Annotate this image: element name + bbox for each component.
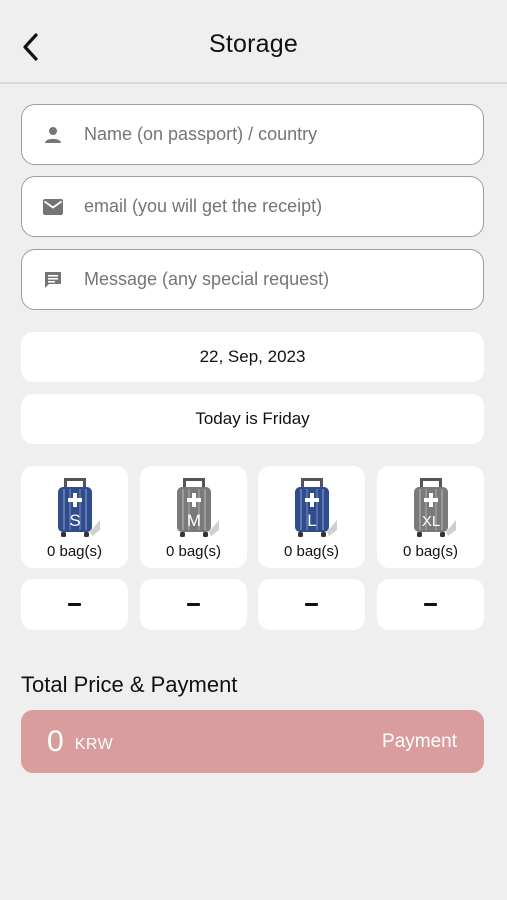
bag-card-l[interactable]: L 0 bag(s) bbox=[258, 466, 365, 568]
weekday-label: Today is Friday bbox=[21, 394, 484, 444]
currency-label: KRW bbox=[74, 735, 114, 753]
email-input[interactable] bbox=[84, 177, 483, 236]
total-price-title: Total Price & Payment bbox=[21, 672, 238, 697]
suitcase-plus-icon: L bbox=[294, 478, 337, 537]
bag-size-label: L bbox=[307, 511, 316, 530]
person-icon bbox=[42, 124, 64, 146]
decrement-button-xl[interactable] bbox=[377, 579, 484, 630]
minus-icon bbox=[68, 603, 81, 606]
message-input[interactable] bbox=[84, 250, 483, 309]
email-field[interactable] bbox=[21, 176, 484, 237]
message-field[interactable] bbox=[21, 249, 484, 310]
page-title: Storage bbox=[209, 30, 298, 58]
payment-button[interactable]: 0 KRW Payment bbox=[21, 710, 484, 773]
date-picker-button[interactable]: 22, Sep, 2023 bbox=[21, 332, 484, 382]
name-field[interactable] bbox=[21, 104, 484, 165]
suitcase-plus-icon: S bbox=[57, 478, 100, 537]
bag-size-label: S bbox=[69, 511, 80, 530]
decrement-button-l[interactable] bbox=[258, 579, 365, 630]
bag-count: 0 bag(s) bbox=[165, 543, 222, 560]
minus-icon bbox=[187, 603, 200, 606]
message-icon bbox=[42, 269, 64, 291]
suitcase-plus-icon: XL bbox=[413, 478, 456, 537]
suitcase-plus-icon: M bbox=[176, 478, 219, 537]
decrement-button-m[interactable] bbox=[140, 579, 247, 630]
minus-icon bbox=[305, 603, 318, 606]
bag-count: 0 bag(s) bbox=[402, 543, 459, 560]
bag-card-m[interactable]: M 0 bag(s) bbox=[140, 466, 247, 568]
payment-label: Payment bbox=[382, 730, 457, 752]
decrement-button-s[interactable] bbox=[21, 579, 128, 630]
minus-icon bbox=[424, 603, 437, 606]
bag-size-label: XL bbox=[421, 513, 439, 530]
bag-count: 0 bag(s) bbox=[283, 543, 340, 560]
total-amount: 0 bbox=[47, 724, 64, 758]
bag-card-s[interactable]: S 0 bag(s) bbox=[21, 466, 128, 568]
app-header: Storage bbox=[0, 0, 507, 84]
bag-count: 0 bag(s) bbox=[46, 543, 103, 560]
bag-card-xl[interactable]: XL 0 bag(s) bbox=[377, 466, 484, 568]
name-input[interactable] bbox=[84, 105, 483, 164]
bag-size-label: M bbox=[186, 511, 200, 530]
mail-icon bbox=[42, 196, 64, 218]
